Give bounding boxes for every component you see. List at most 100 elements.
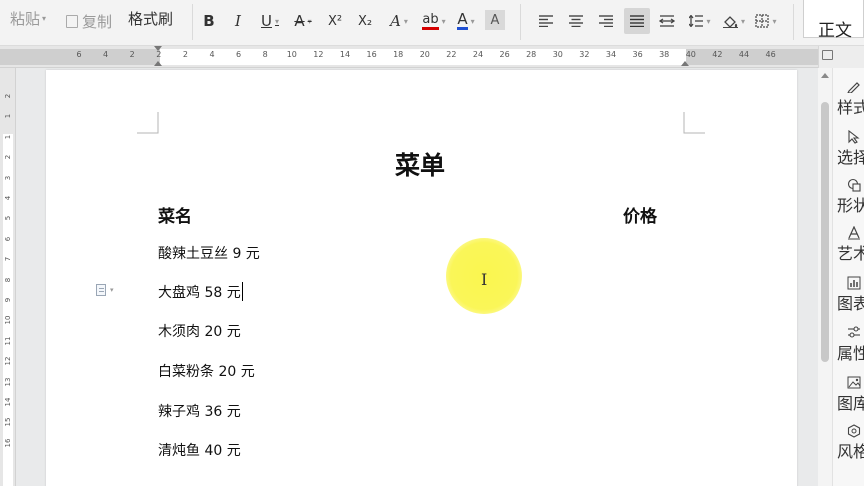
- chevron-down-icon: ▾: [403, 16, 408, 26]
- char-shading-button[interactable]: A: [485, 10, 505, 30]
- vruler-tick-label: 14: [4, 397, 12, 407]
- italic-button[interactable]: I: [227, 8, 249, 34]
- ruler-tick-label: 18: [393, 50, 404, 59]
- distributed-align-button[interactable]: [656, 8, 678, 34]
- pane-item-label: 图库: [837, 394, 864, 413]
- ruler-tick-label: 34: [605, 50, 617, 59]
- text-caret: [241, 282, 243, 301]
- align-center-button[interactable]: [565, 8, 587, 34]
- scrollbar-thumb[interactable]: [821, 102, 829, 362]
- justify-icon: [630, 15, 644, 27]
- left-indent-marker[interactable]: [154, 61, 162, 66]
- ruler-tick-label: 12: [313, 50, 324, 59]
- bold-button[interactable]: B: [198, 8, 220, 34]
- ruler-tick-label: 40: [685, 50, 696, 59]
- text-effect-icon: A: [390, 12, 401, 30]
- chevron-down-icon: ▾: [470, 16, 475, 26]
- toolbar-divider: [520, 4, 521, 40]
- ruler-tick-label: 20: [419, 50, 430, 59]
- paragraph-layout-button[interactable]: ▾: [96, 284, 114, 296]
- ruler-tick-label: 16: [366, 50, 377, 59]
- font-color-button[interactable]: A ▾: [451, 8, 481, 34]
- text-effect-button[interactable]: A ▾: [384, 8, 414, 34]
- pane-item-label: 选择: [837, 148, 864, 167]
- ruler-toggle[interactable]: [818, 46, 864, 68]
- menu-item-text: 酸辣土豆丝 9 元: [158, 246, 260, 262]
- pen-icon: [847, 82, 860, 93]
- menu-item[interactable]: 大盘鸡 58 元: [158, 282, 243, 302]
- vruler-tick-label: 5: [4, 216, 12, 221]
- document-title: 菜单: [395, 151, 446, 180]
- line-spacing-icon: [689, 15, 704, 27]
- justify-button[interactable]: [624, 8, 650, 34]
- align-right-button[interactable]: [595, 8, 617, 34]
- copy-label: 复制: [82, 13, 113, 31]
- vruler-tick-label: 2: [4, 154, 12, 160]
- menu-item[interactable]: 木须肉 20 元: [158, 321, 241, 341]
- scroll-up-arrow-icon[interactable]: [821, 73, 829, 78]
- paint-bucket-icon: [722, 15, 738, 28]
- style-gallery-normal[interactable]: 正文: [803, 0, 864, 41]
- chevron-down-icon: ▾: [706, 16, 711, 26]
- format-painter-label: 格式刷: [128, 10, 174, 28]
- column-header-dish: 菜名: [158, 207, 192, 227]
- format-painter-button[interactable]: 格式刷: [128, 8, 173, 29]
- strikethrough-button[interactable]: A ▾: [288, 8, 318, 34]
- bold-icon: B: [203, 12, 215, 30]
- pane-item-label: 图表: [837, 294, 864, 313]
- highlight-button[interactable]: ab ▾: [418, 8, 450, 34]
- paste-label: 粘贴: [10, 10, 41, 28]
- margin-corner-top-right: [683, 112, 705, 134]
- menu-item-text: 木须肉 20 元: [158, 324, 241, 340]
- subscript-button[interactable]: X₂: [352, 8, 378, 34]
- align-left-button[interactable]: [535, 8, 557, 34]
- menu-item[interactable]: 酸辣土豆丝 9 元: [158, 243, 260, 263]
- copy-button[interactable]: 复制: [66, 11, 112, 32]
- vruler-tick-label: 7: [4, 256, 12, 262]
- ruler-tick-label: 36: [632, 50, 643, 59]
- vruler-text-area: [3, 134, 13, 486]
- borders-icon: [755, 14, 770, 28]
- font-color-icon: A: [457, 10, 468, 30]
- chevron-down-icon: ▾: [307, 16, 312, 26]
- document-icon: [96, 284, 106, 296]
- document-page[interactable]: 菜单 菜名 价格 酸辣土豆丝 9 元 大盘鸡 58 元 木须肉 20 元 白菜粉…: [46, 70, 797, 486]
- vruler-tick-label: 11: [4, 336, 12, 346]
- underline-button[interactable]: U ▾: [255, 8, 285, 34]
- side-task-pane: 样式 选择 形状 艺术字 图表 属性 图库 风格: [832, 68, 864, 486]
- ruler-tick-label: 6: [236, 50, 242, 59]
- borders-button[interactable]: ▾: [752, 8, 780, 34]
- right-indent-marker[interactable]: [681, 61, 689, 66]
- superscript-icon: X²: [327, 13, 343, 29]
- chevron-down-icon: ▾: [772, 16, 777, 26]
- ribbon-toolbar: 粘贴 ▾ 复制 格式刷 B I U ▾ A ▾ X² X₂ A ▾ ab ▾ A…: [0, 0, 864, 46]
- vertical-scrollbar[interactable]: [818, 68, 832, 486]
- vertical-ruler[interactable]: 2 1 1 2 3 4 5 6 7 8 9 10 11 12 13 14 15 16: [0, 68, 16, 486]
- first-line-indent-marker[interactable]: [154, 46, 162, 51]
- line-spacing-button[interactable]: ▾: [686, 8, 714, 34]
- highlighter-icon: ab: [422, 12, 439, 30]
- pane-item-label: 风格: [837, 442, 864, 461]
- copy-icon: [66, 15, 78, 28]
- horizontal-ruler[interactable]: 6 4 2 2 2 4 6 8 10 12 14 16 18 20 22 24 26 28 30 32 34 36 38 40…: [0, 46, 818, 68]
- ruler-tick-label: 46: [765, 50, 776, 59]
- strikethrough-icon: A: [294, 12, 305, 30]
- chevron-down-icon: ▾: [110, 286, 114, 294]
- menu-item[interactable]: 辣子鸡 36 元: [158, 401, 241, 421]
- vruler-tick-label: 1: [4, 114, 12, 119]
- superscript-button[interactable]: X²: [322, 8, 348, 34]
- shading-button[interactable]: ▾: [720, 8, 748, 34]
- pane-item-label: 样式: [837, 98, 864, 117]
- toolbar-divider: [192, 4, 193, 40]
- ruler-tick-label: 32: [579, 50, 590, 59]
- vruler-tick-label: 8: [4, 277, 12, 282]
- underline-icon: U: [261, 12, 272, 30]
- cursor-icon: [848, 130, 860, 144]
- menu-item-text: 大盘鸡 58 元: [158, 285, 241, 301]
- paste-button[interactable]: 粘贴 ▾: [10, 8, 46, 29]
- menu-item[interactable]: 白菜粉条 20 元: [158, 361, 255, 381]
- vruler-tick-label: 9: [4, 297, 12, 303]
- menu-item[interactable]: 清炖鱼 40 元: [158, 440, 241, 460]
- ruler-tick-label: 30: [552, 50, 563, 59]
- ruler-tick-label: 8: [262, 50, 268, 59]
